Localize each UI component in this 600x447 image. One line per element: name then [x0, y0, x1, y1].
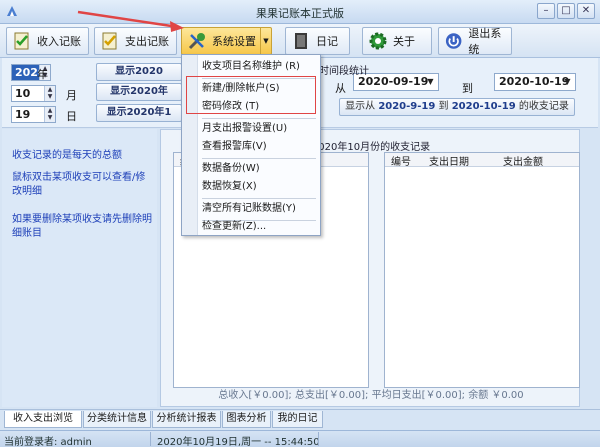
menu-item-check-update[interactable]: 检查更新(Z)...	[202, 219, 318, 235]
income-book-icon	[14, 32, 29, 50]
menu-item-item-names[interactable]: 收支项目名称维护 (R)	[202, 59, 318, 75]
status-divider	[318, 432, 319, 446]
exit-system-button[interactable]: 退出系统	[438, 27, 512, 56]
chevron-down-icon[interactable]: ▼	[561, 75, 574, 89]
tab-analysis-report[interactable]: 分析统计报表	[152, 411, 221, 428]
spinner-arrows-icon[interactable]: ▲ ▼	[44, 86, 55, 101]
month-value: 10	[15, 87, 31, 100]
from-label: 从	[335, 82, 346, 95]
annotation-highlight-box	[186, 76, 316, 114]
tab-category-stats[interactable]: 分类统计信息	[83, 411, 151, 428]
menu-item-restore[interactable]: 数据恢复(X)	[202, 179, 318, 195]
tip-delete: 如果要删除某项收支请先删除明细账目	[12, 214, 152, 239]
to-label: 到	[462, 82, 473, 95]
about-button[interactable]: 关于	[362, 27, 432, 55]
diary-book-icon	[295, 33, 307, 49]
menu-separator	[202, 198, 316, 199]
status-divider	[150, 432, 151, 446]
income-record-button[interactable]: 收入记账	[6, 27, 89, 55]
period-stats-label: 时间段统计	[319, 66, 369, 77]
tab-income-expense-browse[interactable]: 收入支出浏览	[4, 411, 82, 428]
current-user: 当前登录者: admin	[4, 437, 92, 447]
tip-daily-total: 收支记录的是每天的总额	[12, 150, 122, 161]
to-date-value: 2020-10-19	[499, 75, 570, 88]
day-value: 19	[15, 108, 31, 121]
menu-item-alarm-settings[interactable]: 月支出报警设置(U)	[202, 121, 318, 137]
bottom-tab-bar: 收入支出浏览 分类统计信息 分析统计报表 图表分析 我的日记	[0, 409, 600, 428]
tools-icon	[188, 33, 205, 50]
show-month-button[interactable]: 显示2020年	[96, 83, 182, 101]
spinner-arrows-icon[interactable]: ▲ ▼	[44, 107, 55, 122]
expense-record-label: 支出记账	[125, 35, 169, 48]
income-record-label: 收入记账	[37, 35, 81, 48]
day-spinner[interactable]: 19 ▲ ▼	[11, 106, 56, 123]
range-to: 2020-10-19	[451, 101, 516, 112]
chevron-down-icon[interactable]: ▼	[260, 28, 271, 54]
tips-panel: 收支记录的是每天的总额 鼠标双击某项收支可以查看/修改明细 如果要删除某项收支请…	[2, 129, 157, 407]
column-header-amount[interactable]: 支出金额	[497, 153, 543, 168]
show-year-button[interactable]: 显示2020	[96, 63, 182, 81]
expense-record-button[interactable]: 支出记账	[94, 27, 177, 55]
menu-item-clear-data[interactable]: 清空所有记账数据(Y)	[202, 201, 318, 217]
status-bar: 当前登录者: admin 2020年10月19日,周一 -- 15:44:50	[0, 430, 600, 447]
grid-header: 编号 支出日期 支出金额	[385, 153, 579, 168]
maximize-button[interactable]: □	[557, 3, 575, 19]
range-middle: 到	[438, 101, 449, 112]
title-bar: 果果记账本正式版 – □ ✕	[0, 0, 600, 24]
menu-separator	[202, 118, 316, 119]
close-button[interactable]: ✕	[577, 3, 595, 19]
column-header-id[interactable]: 编号	[385, 153, 423, 168]
diary-label: 日记	[316, 35, 338, 48]
menu-item-alarm-library[interactable]: 查看报警库(V)	[202, 139, 318, 155]
totals-summary: 总收入[￥0.00]; 总支出[￥0.00]; 平均日支出[￥0.00]; 余额…	[218, 390, 524, 401]
toolbar: 收入记账 支出记账 系统设置 ▼ 日记 关于 退出系统	[0, 24, 600, 58]
expense-records-grid[interactable]: 编号 支出日期 支出金额	[384, 152, 580, 388]
menu-item-backup[interactable]: 数据备份(W)	[202, 161, 318, 177]
column-header-date[interactable]: 支出日期	[423, 153, 497, 168]
window-title: 果果记账本正式版	[256, 7, 344, 20]
range-suffix: 的收支记录	[518, 101, 569, 112]
range-from: 2020-9-19	[378, 101, 436, 112]
current-datetime: 2020年10月19日,周一 -- 15:44:50	[157, 437, 320, 447]
about-label: 关于	[393, 35, 415, 48]
range-prefix: 显示从	[345, 101, 376, 112]
minimize-button[interactable]: –	[537, 3, 555, 19]
show-day-button[interactable]: 显示2020年1	[96, 104, 182, 122]
year-unit-label: 年	[37, 68, 48, 81]
system-settings-button[interactable]: 系统设置 ▼	[181, 27, 272, 55]
show-range-button[interactable]: 显示从 2020-9-19 到 2020-10-19 的收支记录	[339, 98, 575, 116]
exit-icon	[445, 33, 462, 49]
month-spinner[interactable]: 10 ▲ ▼	[11, 85, 56, 102]
diary-button[interactable]: 日记	[285, 27, 350, 55]
expense-book-icon	[102, 32, 117, 50]
tip-double-click: 鼠标双击某项收支可以查看/修改明细	[12, 172, 146, 197]
system-settings-label: 系统设置	[212, 35, 256, 48]
tab-chart-analysis[interactable]: 图表分析	[222, 411, 271, 428]
gear-icon	[369, 32, 387, 50]
month-unit-label: 月	[66, 89, 77, 102]
tab-my-diary[interactable]: 我的日记	[272, 411, 323, 428]
chevron-down-icon[interactable]: ▼	[424, 75, 437, 89]
day-unit-label: 日	[66, 110, 77, 123]
to-date-picker[interactable]: 2020-10-19 ▼	[494, 73, 576, 91]
exit-system-label: 退出系统	[468, 27, 502, 56]
menu-separator	[202, 158, 316, 159]
